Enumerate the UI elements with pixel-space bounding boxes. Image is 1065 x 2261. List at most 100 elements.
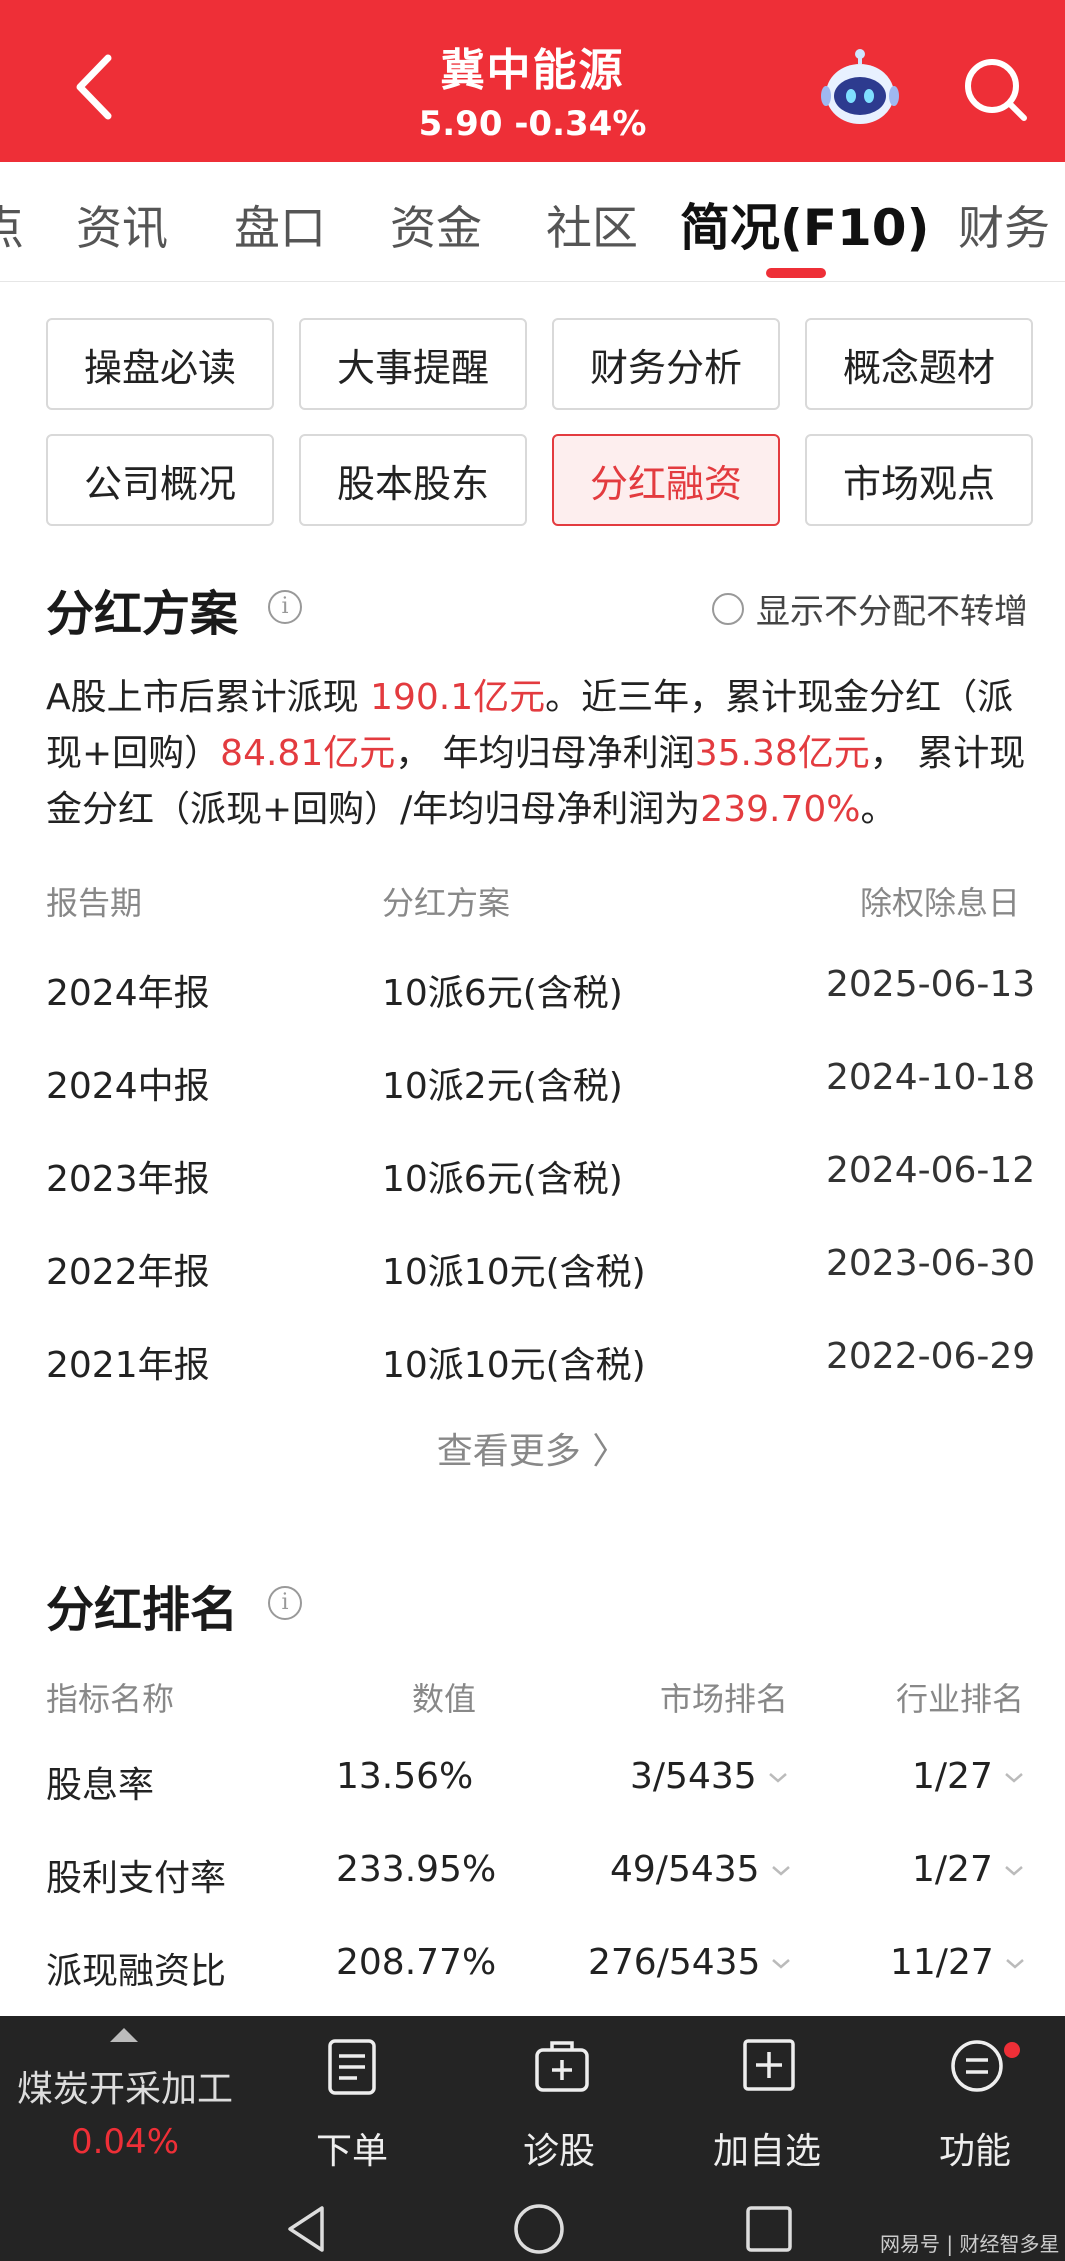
row-plan: 10派6元(含税) bbox=[382, 1159, 623, 1200]
info-icon[interactable]: i bbox=[268, 1586, 302, 1620]
rank-industry[interactable]: 11/27 bbox=[890, 1942, 1026, 1983]
robot-icon bbox=[821, 49, 899, 124]
order-icon bbox=[328, 2039, 376, 2095]
row-plan: 10派10元(含税) bbox=[382, 1345, 646, 1386]
notification-dot bbox=[1004, 2042, 1020, 2058]
search-button[interactable] bbox=[960, 54, 1030, 124]
add-watchlist-label: 加自选 bbox=[712, 2131, 821, 2172]
row-exdate: 2022-06-29 bbox=[826, 1336, 1036, 1377]
diagnose-label: 诊股 bbox=[522, 2131, 595, 2172]
add-watchlist-button[interactable]: 加自选 bbox=[692, 2038, 842, 2178]
col-header-value: 数值 bbox=[412, 1680, 477, 1718]
subnav-shareholders[interactable]: 股本股东 bbox=[299, 434, 527, 526]
diagnose-button[interactable]: 诊股 bbox=[484, 2038, 634, 2178]
rank-market-text: 3/5435 bbox=[630, 1756, 757, 1797]
summary-text: A股上市后累计派现 bbox=[46, 677, 371, 718]
summary-value-profit: 35.38亿元 bbox=[694, 733, 870, 774]
col-header-indicator: 指标名称 bbox=[46, 1680, 175, 1718]
rank-industry[interactable]: 1/27 bbox=[912, 1849, 1025, 1890]
summary-value-total: 190.1亿元 bbox=[370, 677, 546, 718]
row-period: 2022年报 bbox=[46, 1252, 210, 1293]
col-header-market-rank: 市场排名 bbox=[660, 1680, 789, 1718]
subnav-market-views[interactable]: 市场观点 bbox=[805, 434, 1033, 526]
info-icon[interactable]: i bbox=[268, 590, 302, 624]
view-more-link[interactable]: 查看更多 〉 bbox=[0, 1422, 1065, 1474]
rank-industry-text: 1/27 bbox=[912, 1756, 993, 1797]
functions-label: 功能 bbox=[938, 2131, 1011, 2172]
tab-f10[interactable]: 简况(F10) bbox=[680, 188, 929, 260]
row-period: 2024中报 bbox=[46, 1066, 210, 1107]
chevron-down-icon bbox=[771, 1866, 790, 1876]
chevron-down-icon bbox=[772, 1959, 791, 1969]
industry-name: 煤炭开采加工 bbox=[16, 2069, 233, 2110]
chevron-down-icon bbox=[1005, 1773, 1023, 1783]
rank-market[interactable]: 276/5435 bbox=[588, 1942, 792, 1983]
hide-no-distribution-toggle[interactable]: 显示不分配不转增 bbox=[712, 584, 1028, 633]
rank-value: 13.56% bbox=[336, 1756, 474, 1797]
industry-change: 0.04% bbox=[70, 2122, 179, 2162]
expand-up-icon bbox=[110, 2028, 138, 2042]
rank-value: 208.77% bbox=[336, 1942, 497, 1983]
subnav-dividend-financing[interactable]: 分红融资 bbox=[552, 434, 780, 526]
bottom-toolbar: 煤炭开采加工 0.04% 下单 诊股 加自选 功能 bbox=[0, 2016, 1065, 2196]
menu-icon bbox=[951, 2040, 1003, 2092]
col-header-plan: 分红方案 bbox=[382, 884, 511, 922]
rank-market-text: 49/5435 bbox=[610, 1849, 760, 1890]
functions-button[interactable]: 功能 bbox=[900, 2038, 1050, 2178]
nav-home-icon[interactable] bbox=[512, 2202, 566, 2256]
add-watchlist-icon bbox=[743, 2039, 795, 2091]
watermark: 网易号 | 财经智多星 bbox=[880, 2232, 1060, 2256]
industry-index-button[interactable]: 煤炭开采加工 0.04% bbox=[0, 2016, 250, 2196]
rank-industry-text: 11/27 bbox=[890, 1942, 994, 1983]
subnav-company-profile[interactable]: 公司概况 bbox=[46, 434, 274, 526]
row-period: 2023年报 bbox=[46, 1159, 210, 1200]
dividend-summary: A股上市后累计派现 190.1亿元。近三年，累计现金分红（派现+回购）84.81… bbox=[46, 670, 1036, 838]
summary-value-ratio: 239.70% bbox=[700, 789, 861, 830]
summary-text: ， 年均归母净利润 bbox=[395, 733, 695, 774]
tab-bar: 点 资讯 盘口 资金 社区 简况(F10) 财务 bbox=[0, 162, 1065, 282]
nav-back-icon[interactable] bbox=[282, 2204, 332, 2254]
tab-partial[interactable]: 点 bbox=[0, 192, 24, 258]
order-button[interactable]: 下单 bbox=[277, 2038, 427, 2178]
row-exdate: 2024-10-18 bbox=[826, 1057, 1036, 1098]
col-header-period: 报告期 bbox=[46, 884, 143, 922]
rank-value: 233.95% bbox=[336, 1849, 497, 1890]
tab-news[interactable]: 资讯 bbox=[76, 192, 168, 258]
summary-value-3yr: 84.81亿元 bbox=[220, 733, 396, 774]
nav-recents-icon[interactable] bbox=[744, 2204, 794, 2254]
stock-header: 冀中能源 5.90 -0.34% bbox=[0, 0, 1065, 162]
subnav-concepts[interactable]: 概念题材 bbox=[805, 318, 1033, 410]
rank-market[interactable]: 49/5435 bbox=[610, 1849, 792, 1890]
subnav-financial-analysis[interactable]: 财务分析 bbox=[552, 318, 780, 410]
ai-assistant-button[interactable] bbox=[820, 48, 900, 128]
rank-name: 股息率 bbox=[46, 1765, 155, 1806]
subnav-major-events[interactable]: 大事提醒 bbox=[299, 318, 527, 410]
col-header-industry-rank: 行业排名 bbox=[896, 1680, 1025, 1718]
dividend-plan-title: 分红方案 bbox=[46, 586, 239, 642]
row-plan: 10派2元(含税) bbox=[382, 1066, 623, 1107]
row-period: 2024年报 bbox=[46, 973, 210, 1014]
dividend-rank-title: 分红排名 bbox=[46, 1582, 239, 1638]
diagnose-icon bbox=[535, 2041, 589, 2092]
tab-community[interactable]: 社区 bbox=[546, 192, 638, 258]
row-exdate: 2025-06-13 bbox=[826, 964, 1036, 1005]
radio-icon bbox=[712, 592, 744, 625]
rank-industry[interactable]: 1/27 bbox=[912, 1756, 1025, 1797]
toggle-label: 显示不分配不转增 bbox=[756, 592, 1028, 632]
stock-price: 5.90 -0.34% bbox=[418, 104, 647, 144]
rank-industry-text: 1/27 bbox=[912, 1849, 993, 1890]
row-plan: 10派6元(含税) bbox=[382, 973, 623, 1014]
subnav-trading-must-read[interactable]: 操盘必读 bbox=[46, 318, 274, 410]
rank-market[interactable]: 3/5435 bbox=[630, 1756, 789, 1797]
tab-quote[interactable]: 盘口 bbox=[234, 192, 326, 258]
rank-market-text: 276/5435 bbox=[588, 1942, 761, 1983]
tab-finance[interactable]: 财务 bbox=[958, 192, 1050, 258]
rank-name: 股利支付率 bbox=[46, 1858, 227, 1899]
row-exdate: 2024-06-12 bbox=[826, 1150, 1036, 1191]
tab-active-indicator bbox=[766, 268, 826, 278]
rank-name: 派现融资比 bbox=[46, 1951, 227, 1992]
summary-text: 。 bbox=[860, 789, 897, 830]
tab-capital[interactable]: 资金 bbox=[390, 192, 482, 258]
chevron-down-icon bbox=[768, 1773, 787, 1783]
row-exdate: 2023-06-30 bbox=[826, 1243, 1036, 1284]
